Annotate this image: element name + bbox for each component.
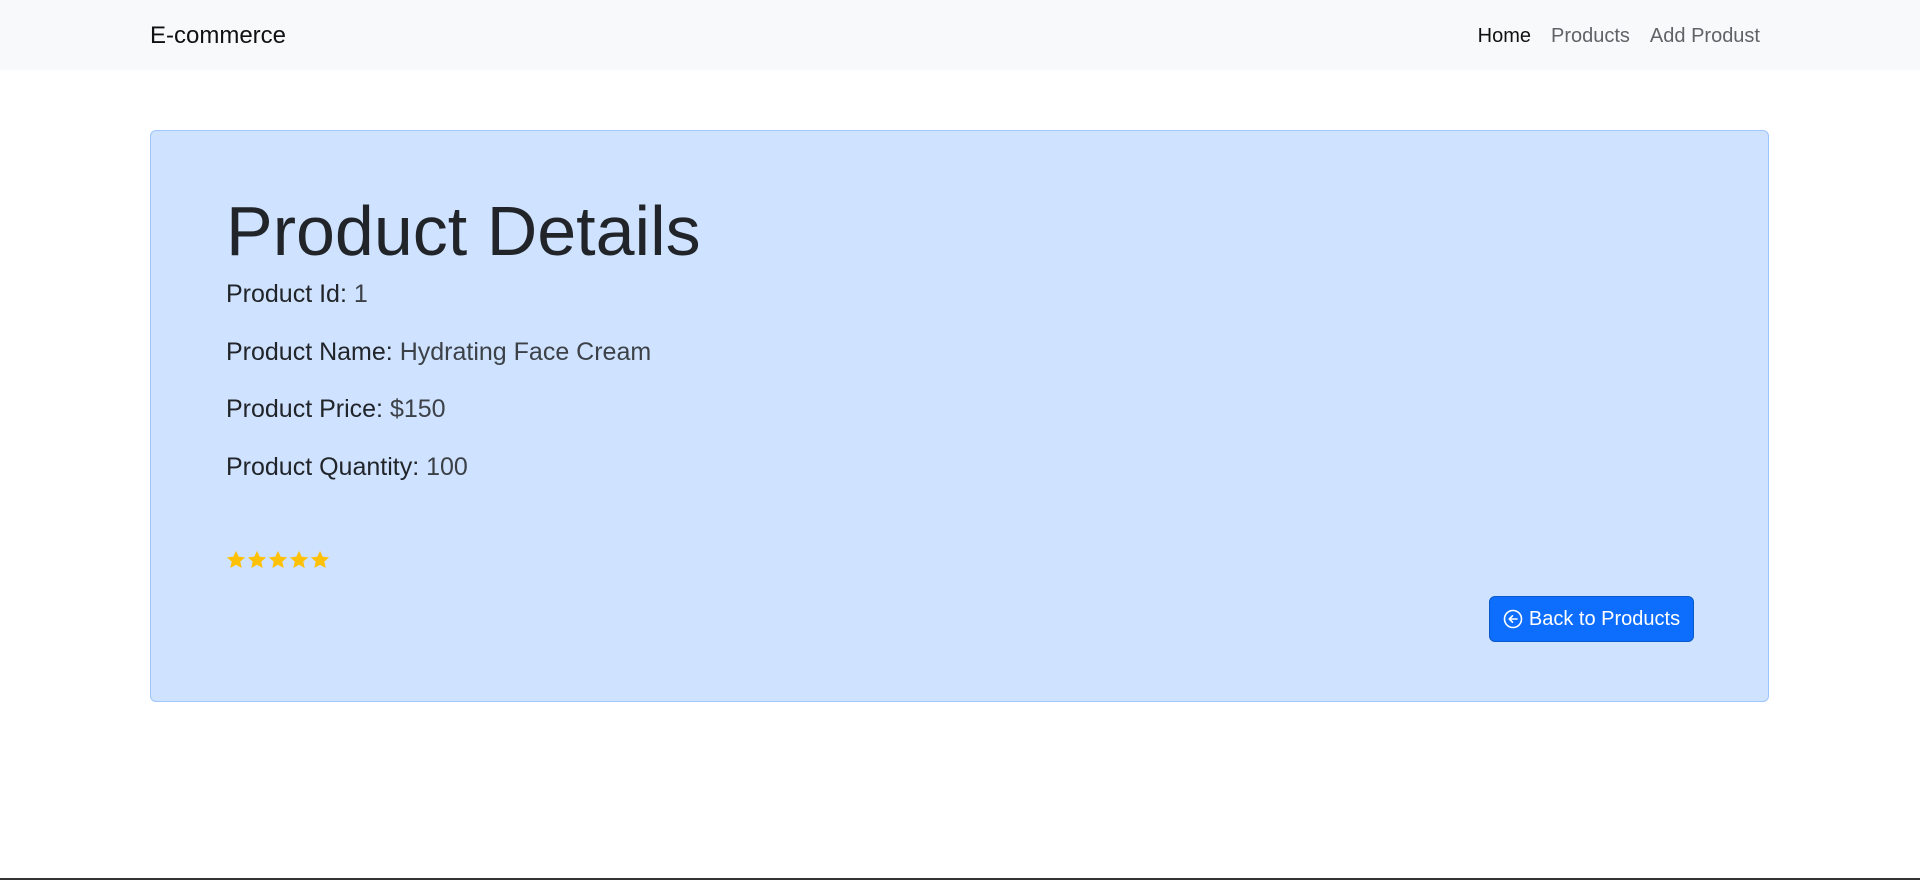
arrow-left-circle-icon: [1503, 609, 1523, 629]
navbar: E-commerce Home Products Add Produst: [0, 0, 1920, 70]
product-price-label: Product Price:: [226, 395, 384, 423]
product-details-card: Product Details Product Id: 1 Product Na…: [150, 130, 1769, 702]
nav-home[interactable]: Home: [1478, 25, 1531, 48]
product-name-label: Product Name:: [226, 338, 393, 366]
product-quantity-field: Product Quantity: 100: [226, 452, 468, 482]
product-id-value: 1: [353, 280, 368, 308]
product-name-field: Product Name: Hydrating Face Cream: [226, 337, 651, 367]
product-quantity-value: 100: [426, 453, 468, 481]
product-price-value: $150: [389, 395, 446, 423]
star-icon: [247, 550, 267, 570]
product-id-field: Product Id: 1: [226, 279, 368, 309]
product-quantity-label: Product Quantity:: [226, 453, 420, 481]
star-icon: [289, 550, 309, 570]
page-title: Product Details: [226, 192, 701, 270]
star-icon: [310, 550, 330, 570]
brand-link[interactable]: E-commerce: [150, 22, 286, 50]
star-icon: [268, 550, 288, 570]
product-id-label: Product Id:: [226, 280, 347, 308]
nav-links: Home Products Add Produst: [1478, 25, 1760, 48]
product-price-field: Product Price: $150: [226, 394, 446, 424]
nav-products[interactable]: Products: [1551, 25, 1630, 48]
star-icon: [226, 550, 246, 570]
back-to-products-label: Back to Products: [1528, 607, 1681, 630]
nav-add-product[interactable]: Add Produst: [1650, 25, 1760, 48]
back-to-products-button[interactable]: Back to Products: [1489, 596, 1694, 642]
star-rating: [226, 550, 330, 570]
product-name-value: Hydrating Face Cream: [399, 338, 652, 366]
